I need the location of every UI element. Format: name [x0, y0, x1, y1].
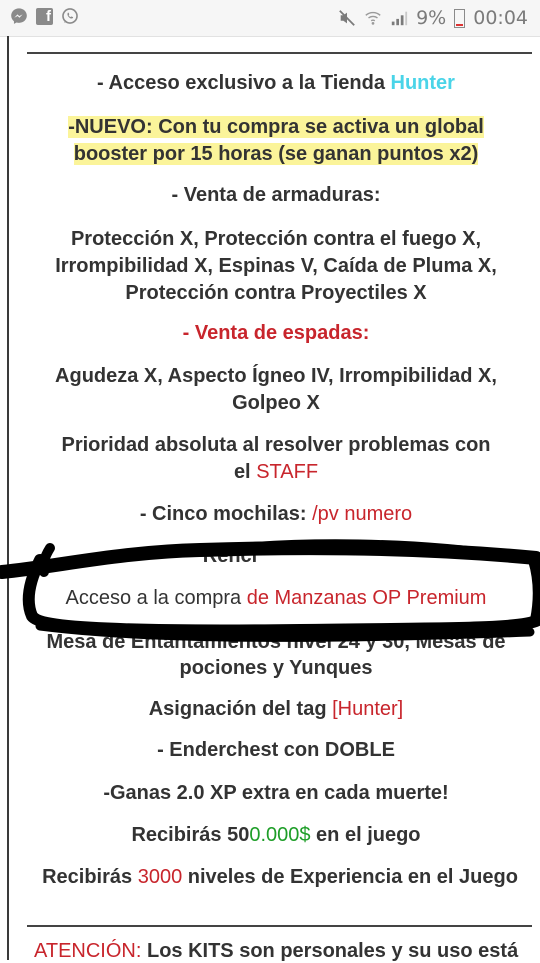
enderchest-line: - Enderchest con DOBLE	[157, 739, 395, 761]
prioridad-text: el	[233, 461, 257, 483]
dinero-amount: 0.000$	[249, 824, 311, 846]
left-border	[7, 36, 9, 960]
espadas-line-2: Golpeo X	[232, 392, 320, 414]
mute-icon	[339, 10, 355, 26]
hunter-tag: [Hunter]	[332, 698, 404, 720]
mochilas-text: - Cinco mochilas:	[139, 503, 313, 525]
tag-text: Asignación del tag	[148, 698, 333, 720]
tag-line: Asignación del tag [Hunter]	[16, 696, 536, 723]
dinero-suffix: en el juego	[310, 824, 421, 846]
renci-partial-line: Renci	[202, 545, 258, 567]
signal-icon	[391, 11, 408, 26]
acceso-text: Acceso a la compra	[65, 587, 247, 609]
separator-bottom	[27, 925, 532, 927]
mesa-line-2: pociones y Yunques	[179, 657, 373, 679]
atencion-label: ATENCIÓN:	[34, 940, 142, 962]
niveles-suffix: niveles de Experiencia en el Juego	[182, 866, 518, 888]
staff-link[interactable]: STAFF	[256, 461, 318, 483]
battery-percent: 9%	[416, 7, 447, 29]
tienda-text: - Acceso exclusivo a la Tienda	[97, 72, 391, 94]
messenger-icon	[11, 8, 27, 24]
armaduras-heading: - Venta de armaduras:	[171, 184, 381, 206]
atencion-text: Los KITS son personales y su uso está	[141, 940, 519, 962]
niveles-amount: 3000	[137, 866, 183, 888]
dinero-text: Recibirás 50	[131, 824, 250, 846]
separator-top	[27, 52, 532, 54]
espadas-line-1: Agudeza X, Aspecto Ígneo IV, Irrompibili…	[55, 365, 497, 387]
mesa-line-1: Mesa de Entantamientos nivel 24 y 30, Me…	[46, 631, 506, 653]
facebook-icon: f	[36, 7, 53, 25]
xp-extra-line: -Ganas 2.0 XP extra en cada muerte!	[103, 782, 449, 804]
battery-icon	[454, 8, 466, 28]
nuevo-text-1: -NUEVO: Con tu compra se activa un globa…	[68, 116, 484, 138]
niveles-line: Recibirás 3000 niveles de Experiencia en…	[20, 864, 540, 891]
notification-icons: f	[10, 7, 79, 25]
armaduras-line-2: Irrompibilidad X, Espinas V, Caída de Pl…	[55, 255, 497, 277]
nuevo-line-2: booster por 15 horas (se ganan puntos x2…	[16, 141, 536, 168]
espadas-heading: - Venta de espadas:	[182, 322, 370, 344]
mochilas-command: /pv numero	[312, 503, 413, 525]
armaduras-line-3: Protección contra Proyectiles X	[125, 282, 427, 304]
whatsapp-icon	[62, 8, 78, 24]
tienda-line: - Acceso exclusivo a la Tienda Hunter	[16, 70, 536, 97]
tienda-name: Hunter	[390, 72, 455, 94]
system-icons: 9% 00:04	[338, 7, 528, 29]
dinero-line: Recibirás 500.000$ en el juego	[16, 822, 536, 849]
mochilas-line: - Cinco mochilas: /pv numero	[16, 501, 536, 528]
status-bar: f 9% 00:04	[0, 0, 540, 37]
niveles-text: Recibirás	[42, 866, 138, 888]
armaduras-line-1: Protección X, Protección contra el fuego…	[70, 228, 482, 250]
clock: 00:04	[473, 7, 528, 29]
wifi-icon	[365, 11, 381, 25]
acceso-line: Acceso a la compra de Manzanas OP Premiu…	[16, 585, 536, 612]
prioridad-line-2: el STAFF	[16, 459, 536, 486]
nuevo-line-1: -NUEVO: Con tu compra se activa un globa…	[16, 114, 536, 141]
nuevo-text-2: booster por 15 horas (se ganan puntos x2…	[73, 143, 479, 165]
prioridad-line-1: Prioridad absoluta al resolver problemas…	[61, 434, 491, 456]
manzanas-op-premium: de Manzanas OP Premium	[246, 587, 487, 609]
